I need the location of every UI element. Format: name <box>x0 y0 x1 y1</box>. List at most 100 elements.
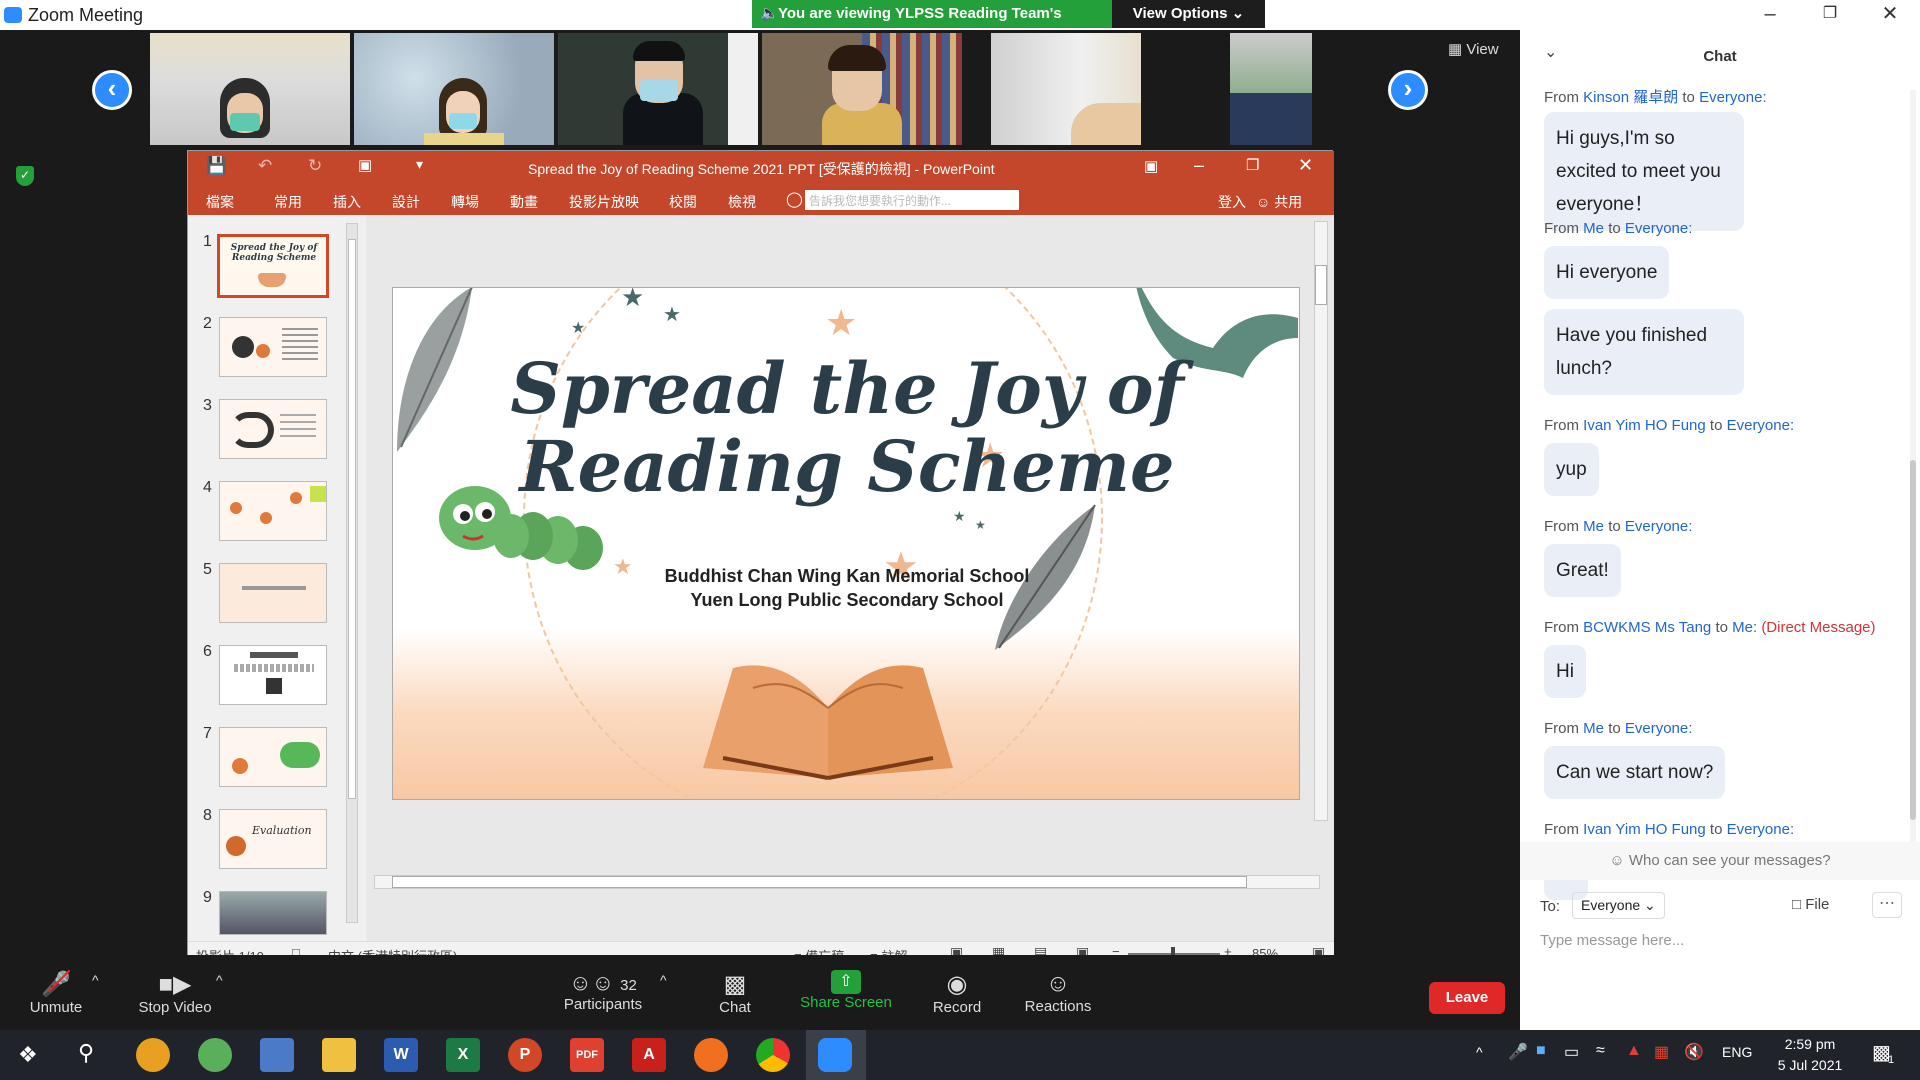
search-icon[interactable]: ⚲ <box>78 1040 94 1066</box>
slide-thumbnail-6[interactable] <box>219 645 327 705</box>
tab-insert[interactable]: 插入 <box>333 192 361 212</box>
chat-message-bubble[interactable]: Great! <box>1544 544 1621 597</box>
save-icon[interactable]: 💾 <box>206 156 227 176</box>
slide-thumbnail-8[interactable]: Evaluation <box>219 809 327 869</box>
current-slide[interactable]: ★ ★ ★ ★ ★ ★ ★ ★ ★ Spread the Joy of Read… <box>392 287 1300 800</box>
microphone-icon[interactable]: 🎤 <box>1508 1042 1528 1062</box>
view-options-button[interactable]: View Options ⌄ <box>1112 0 1265 28</box>
gallery-view-button[interactable]: ▦ View <box>1448 40 1499 58</box>
chat-recipient[interactable]: Everyone: <box>1727 821 1795 838</box>
who-can-see-link[interactable]: ☺ Who can see your messages? <box>1520 842 1920 880</box>
chat-sender[interactable]: Kinson 羅卓朗 <box>1583 89 1678 106</box>
chat-sender[interactable]: BCWKMS Ms Tang <box>1583 619 1711 636</box>
redo-icon[interactable]: ↻ <box>308 156 322 176</box>
chat-recipient[interactable]: Everyone: <box>1699 89 1767 106</box>
ribbon-display-options-icon[interactable]: ▣ <box>1144 157 1158 175</box>
chat-message-bubble[interactable]: Hi guys,I'm so excited to meet you every… <box>1544 112 1744 231</box>
tab-slideshow[interactable]: 投影片放映 <box>569 192 639 212</box>
chat-sender[interactable]: Me <box>1583 518 1604 535</box>
chat-recipient[interactable]: Everyone: <box>1727 417 1795 434</box>
record-button[interactable]: ◉ Record <box>922 970 992 1016</box>
unmute-button[interactable]: 🎤 Unmute <box>26 969 86 1016</box>
minimize-button[interactable]: – <box>1740 0 1800 30</box>
firefox-icon[interactable] <box>694 1038 728 1072</box>
close-button[interactable]: ✕ <box>1860 0 1920 30</box>
slide-horizontal-scroll-thumb[interactable] <box>392 876 1247 888</box>
chat-message-bubble[interactable]: Can we start now? <box>1544 746 1726 799</box>
share-screen-button[interactable]: ⇧ Share Screen <box>796 970 896 1011</box>
input-language[interactable]: ENG <box>1722 1044 1752 1060</box>
recipient-dropdown[interactable]: Everyone ⌄ <box>1572 892 1665 919</box>
slide-vertical-scrollbar[interactable] <box>1314 221 1328 821</box>
chat-message-bubble[interactable]: Hi <box>1544 645 1586 698</box>
slide-thumbnail-4[interactable] <box>219 481 327 541</box>
tab-file[interactable]: 檔案 <box>206 192 234 212</box>
stop-video-button[interactable]: ■▶ Stop Video <box>132 970 218 1016</box>
slide-thumbnail-9[interactable] <box>219 891 327 935</box>
app-icon[interactable] <box>198 1038 232 1072</box>
customize-toolbar-icon[interactable]: ▾ <box>416 156 423 173</box>
audio-options-caret[interactable]: ^ <box>92 972 99 988</box>
security-shield-icon[interactable]: ✓ <box>16 166 34 186</box>
chat-scrollbar-thumb[interactable] <box>1910 460 1916 820</box>
share-button[interactable]: ☺ 共用 <box>1256 192 1302 212</box>
tray-expand-icon[interactable]: ^ <box>1476 1044 1483 1060</box>
chat-recipient[interactable]: Everyone: <box>1625 220 1693 237</box>
chat-button[interactable]: ▩ Chat <box>700 970 770 1016</box>
tell-me-search-input[interactable]: 告訴我您想要執行的動作... <box>805 190 1019 210</box>
chat-message-bubble[interactable]: Hi everyone <box>1544 246 1670 299</box>
sign-in-link[interactable]: 登入 <box>1218 192 1246 212</box>
tab-view[interactable]: 檢視 <box>728 192 756 212</box>
video-thumbnail[interactable] <box>762 33 962 145</box>
tab-review[interactable]: 校閱 <box>669 192 697 212</box>
tab-design[interactable]: 設計 <box>392 192 420 212</box>
thumbnails-scrollbar-thumb[interactable] <box>348 239 356 799</box>
participants-options-caret[interactable]: ^ <box>660 972 667 988</box>
chat-message-bubble[interactable]: Have you finished lunch? <box>1544 309 1744 395</box>
slide-vertical-scroll-thumb[interactable] <box>1315 265 1327 305</box>
windows-start-icon[interactable]: ❖ <box>18 1042 38 1068</box>
gallery-prev-button[interactable]: ‹ <box>92 70 132 110</box>
slide-thumbnail-7[interactable] <box>219 727 327 787</box>
chat-sender[interactable]: Me <box>1583 220 1604 237</box>
ppt-restore-button[interactable]: ❐ <box>1246 156 1259 174</box>
chat-recipient[interactable]: Me: <box>1732 619 1757 636</box>
participants-button[interactable]: ☺☺ 32 Participants <box>558 970 648 1013</box>
file-button[interactable]: □ File <box>1792 896 1829 913</box>
slide-thumbnail-5[interactable] <box>219 563 327 623</box>
video-thumbnail[interactable] <box>150 33 350 145</box>
ppt-minimize-button[interactable]: – <box>1194 155 1204 176</box>
slide-thumbnail-2[interactable] <box>219 317 327 377</box>
chrome-icon[interactable] <box>756 1038 790 1072</box>
excel-icon[interactable]: X <box>446 1038 480 1072</box>
tab-transitions[interactable]: 轉場 <box>451 192 479 212</box>
chat-recipient[interactable]: Everyone: <box>1625 518 1693 535</box>
undo-icon[interactable]: ↶ <box>258 156 272 176</box>
ppt-close-button[interactable]: ✕ <box>1298 155 1313 176</box>
gallery-next-button[interactable]: › <box>1388 70 1428 110</box>
chat-sender[interactable]: Me <box>1583 720 1604 737</box>
word-icon[interactable]: W <box>384 1038 418 1072</box>
app-icon[interactable] <box>136 1038 170 1072</box>
maximize-button[interactable]: ❐ <box>1800 0 1860 30</box>
clock[interactable]: 2:59 pm 5 Jul 2021 <box>1770 1034 1850 1076</box>
video-options-caret[interactable]: ^ <box>216 972 223 988</box>
slide-thumbnail-1[interactable]: Spread the Joy of Reading Scheme <box>217 234 329 298</box>
battery-icon[interactable]: ▭ <box>1564 1042 1579 1062</box>
video-thumbnail[interactable] <box>1230 33 1312 145</box>
chat-sender[interactable]: Ivan Yim HO Fung <box>1583 821 1706 838</box>
powerpoint-icon[interactable]: P <box>508 1038 542 1072</box>
network-tray-icon[interactable]: ▦ <box>1654 1042 1669 1062</box>
video-thumbnail[interactable] <box>991 33 1141 145</box>
zoom-icon[interactable] <box>818 1038 852 1072</box>
volume-muted-icon[interactable]: 🔇 <box>1684 1042 1704 1062</box>
leave-button[interactable]: Leave <box>1429 982 1505 1014</box>
warning-tray-icon[interactable]: ▲ <box>1626 1042 1642 1060</box>
more-options-button[interactable]: ⋯ <box>1872 892 1902 918</box>
reactions-button[interactable]: ☺ Reactions <box>1018 970 1098 1015</box>
chat-message-bubble[interactable]: yup <box>1544 443 1599 496</box>
tab-home[interactable]: 常用 <box>274 192 302 212</box>
pdf-icon[interactable]: PDF <box>570 1038 604 1072</box>
file-explorer-icon[interactable] <box>322 1038 356 1072</box>
acrobat-icon[interactable]: A <box>632 1038 666 1072</box>
